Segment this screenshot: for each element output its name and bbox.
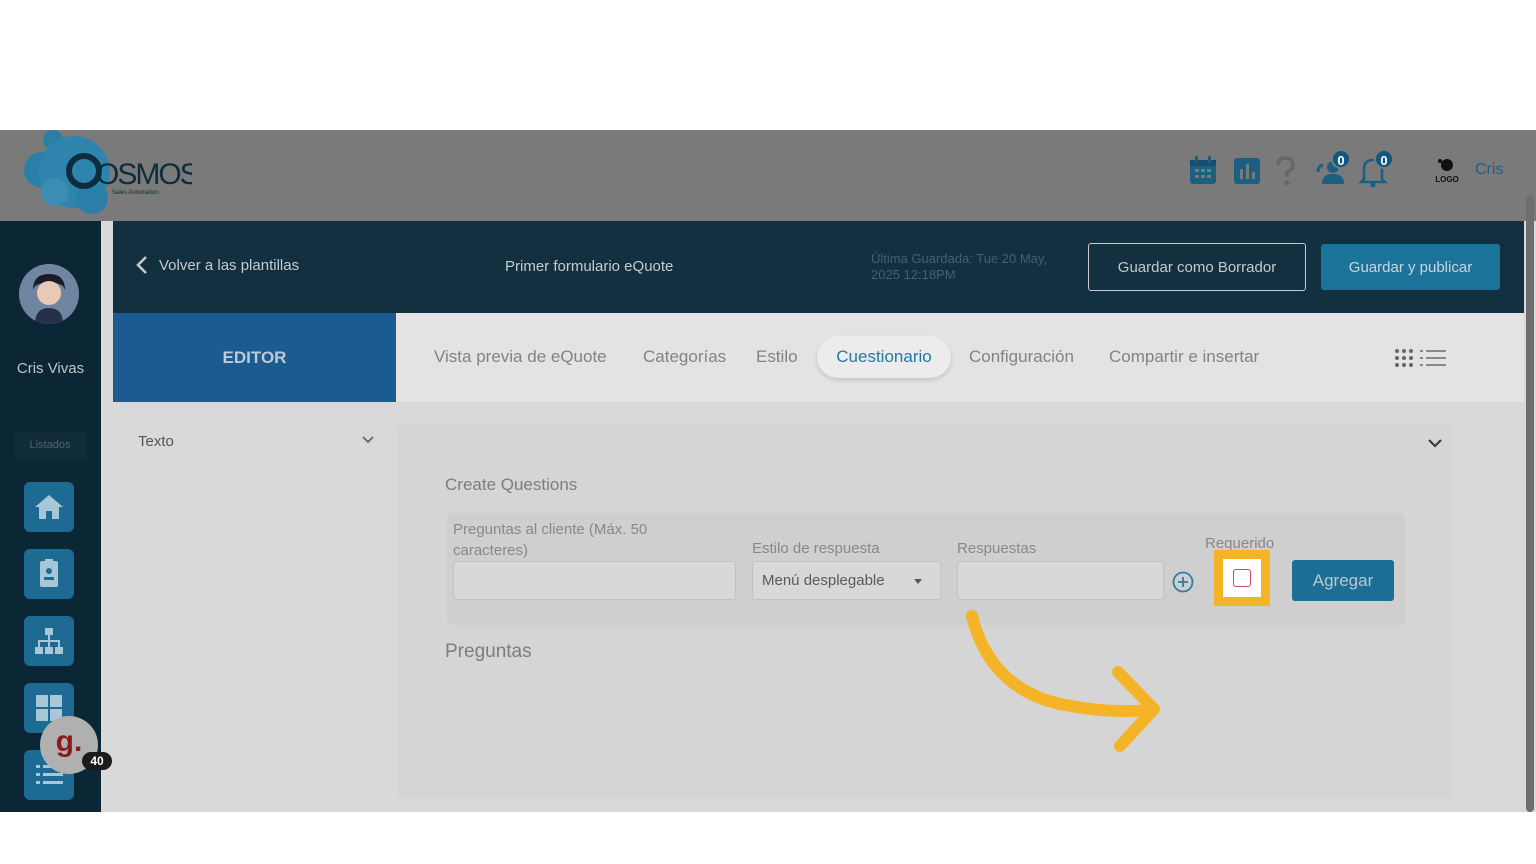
support-widget-count: 40 — [82, 752, 112, 770]
required-checkbox-area — [1223, 559, 1261, 597]
tab-style[interactable]: Estilo — [756, 347, 798, 367]
annotation-arrow-icon — [966, 610, 1160, 752]
user-notify-badge: 0 — [1331, 149, 1351, 169]
tab-preview[interactable]: Vista previa de eQuote — [434, 347, 607, 367]
svg-text:Sales Automation: Sales Automation — [112, 190, 159, 196]
tab-share-embed[interactable]: Compartir e insertar — [1109, 347, 1259, 367]
back-to-templates-link[interactable]: Volver a las plantillas — [135, 255, 299, 275]
company-logo[interactable]: LOGO — [1428, 152, 1466, 190]
org-chart-icon — [35, 628, 63, 654]
required-checkbox[interactable] — [1233, 569, 1251, 587]
rail-item-organization[interactable] — [24, 616, 74, 666]
chevron-down-icon[interactable] — [361, 435, 375, 445]
create-questions-title: Create Questions — [445, 475, 578, 494]
questions-list-title: Preguntas — [445, 641, 532, 662]
chart-icon[interactable] — [1230, 154, 1264, 188]
rail-item-home[interactable] — [24, 482, 74, 532]
field-type-panel: Texto — [113, 402, 396, 812]
home-icon — [35, 495, 63, 519]
back-link-label: Volver a las plantillas — [159, 256, 300, 274]
add-answer-icon[interactable] — [1171, 570, 1195, 594]
rail-item-contacts[interactable] — [24, 549, 74, 599]
question-input[interactable] — [453, 561, 736, 600]
editor-header: Volver a las plantillas Primer formulari… — [113, 221, 1524, 313]
add-question-button[interactable]: Agregar — [1292, 560, 1394, 601]
rail-user-name: Cris Vivas — [16, 360, 85, 377]
answer-style-select[interactable]: Menú desplegable — [752, 561, 941, 600]
tab-questionnaire[interactable]: Cuestionario — [817, 336, 951, 378]
list-view-icon[interactable] — [1420, 348, 1446, 368]
chevron-left-icon — [136, 256, 147, 274]
last-saved-text: Última Guardada: Tue 20 May, 2025 12:18P… — [871, 251, 1048, 282]
contact-card-icon — [40, 559, 58, 587]
question-builder-row: Preguntas al cliente (Máx. 50 caracteres… — [447, 513, 1405, 625]
calendar-icon[interactable] — [1186, 154, 1220, 188]
form-title[interactable]: Primer formulario eQuote — [505, 258, 680, 275]
svg-text:OSMOS: OSMOS — [96, 158, 192, 191]
osmos-logo: OSMOS Sales Automation — [22, 130, 201, 218]
question-label: Preguntas al cliente (Máx. 50 caracteres… — [453, 521, 648, 559]
page-scrollbar[interactable] — [1526, 196, 1534, 812]
user-menu[interactable]: Cris — [1475, 161, 1503, 179]
editor-panel-tab[interactable]: EDITOR — [113, 313, 396, 402]
rail-section-label: Listados — [14, 431, 86, 459]
tabs-bar: Vista previa de eQuote Categorías Estilo… — [396, 313, 1524, 402]
collapse-chevron-icon[interactable] — [1427, 437, 1443, 449]
save-draft-button[interactable]: Guardar como Borrador — [1088, 243, 1306, 291]
answers-label: Respuestas — [957, 540, 1037, 557]
grid-view-icon[interactable] — [1394, 348, 1414, 368]
required-highlight — [1214, 550, 1270, 606]
save-publish-button[interactable]: Guardar y publicar — [1321, 244, 1500, 290]
tab-categories[interactable]: Categorías — [643, 347, 726, 367]
answer-style-label: Estilo de respuesta — [752, 540, 880, 557]
top-bar: OSMOS Sales Automation 0 0 LOGO Cris — [0, 130, 1536, 221]
help-icon[interactable] — [1268, 154, 1302, 188]
answers-input[interactable] — [957, 561, 1164, 600]
select-caret-icon — [914, 579, 922, 584]
avatar[interactable] — [19, 264, 79, 324]
svg-text:LOGO: LOGO — [1435, 175, 1459, 184]
field-type-select[interactable]: Texto — [138, 433, 174, 450]
app-window: OSMOS Sales Automation 0 0 LOGO Cris Cri… — [0, 130, 1536, 812]
bell-badge: 0 — [1374, 149, 1394, 169]
questions-card: Create Questions Preguntas al cliente (M… — [397, 425, 1452, 798]
tab-configuration[interactable]: Configuración — [969, 347, 1074, 367]
